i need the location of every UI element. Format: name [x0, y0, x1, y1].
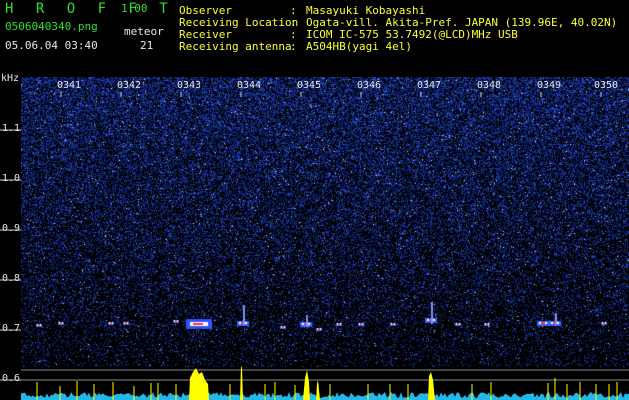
x-tick-label: 0343: [177, 80, 202, 91]
info-antenna-label: Receiving antenna: [179, 40, 292, 53]
x-tick-label: 0346: [357, 80, 382, 91]
info-observer-value: Masayuki Kobayashi: [306, 4, 426, 17]
info-location-value: Ogata-vill. Akita-Pref. JAPAN (139.96E, …: [306, 16, 618, 29]
info-receiver-value: ICOM IC-575 53.7492(@LCD)MHz USB: [306, 28, 518, 41]
version-label: 1.00: [121, 2, 148, 15]
info-observer-label: Observer: [179, 4, 232, 17]
y-tick-label: 0.9: [2, 223, 21, 234]
meteor-label: meteor: [124, 25, 164, 38]
info-receiver-label: Receiver: [179, 28, 232, 41]
y-tick-label: 0.7: [2, 323, 21, 334]
x-tick-label: 0348: [477, 80, 502, 91]
info-separator: :: [290, 28, 297, 41]
x-tick-label: 0342: [117, 80, 142, 91]
y-tick-label: 0.6: [2, 373, 21, 384]
spectrogram-canvas: [21, 77, 629, 400]
x-tick-label: 0341: [57, 80, 82, 91]
y-tick-label: 1.0: [2, 173, 21, 184]
x-tick-label: 0344: [237, 80, 262, 91]
y-axis-unit: kHz: [1, 73, 20, 84]
datetime-label: 05.06.04 03:40: [5, 39, 98, 52]
info-separator: :: [290, 40, 297, 53]
info-location-label: Receiving Location: [179, 16, 299, 29]
spectrogram: [21, 77, 629, 400]
filename-label: 0506040340.png: [5, 20, 98, 33]
x-tick-label: 0347: [417, 80, 442, 91]
info-separator: :: [290, 16, 297, 29]
x-tick-label: 0345: [297, 80, 322, 91]
hrofft-title: H R O F F T: [5, 1, 175, 17]
x-tick-label: 0350: [594, 80, 619, 91]
meteor-count: 21: [140, 39, 154, 52]
x-tick-label: 0349: [537, 80, 562, 91]
info-antenna-value: A504HB(yagi 4el): [306, 40, 412, 53]
y-tick-label: 1.1: [2, 123, 21, 134]
y-tick-label: 0.8: [2, 273, 21, 284]
info-separator: :: [290, 4, 297, 17]
